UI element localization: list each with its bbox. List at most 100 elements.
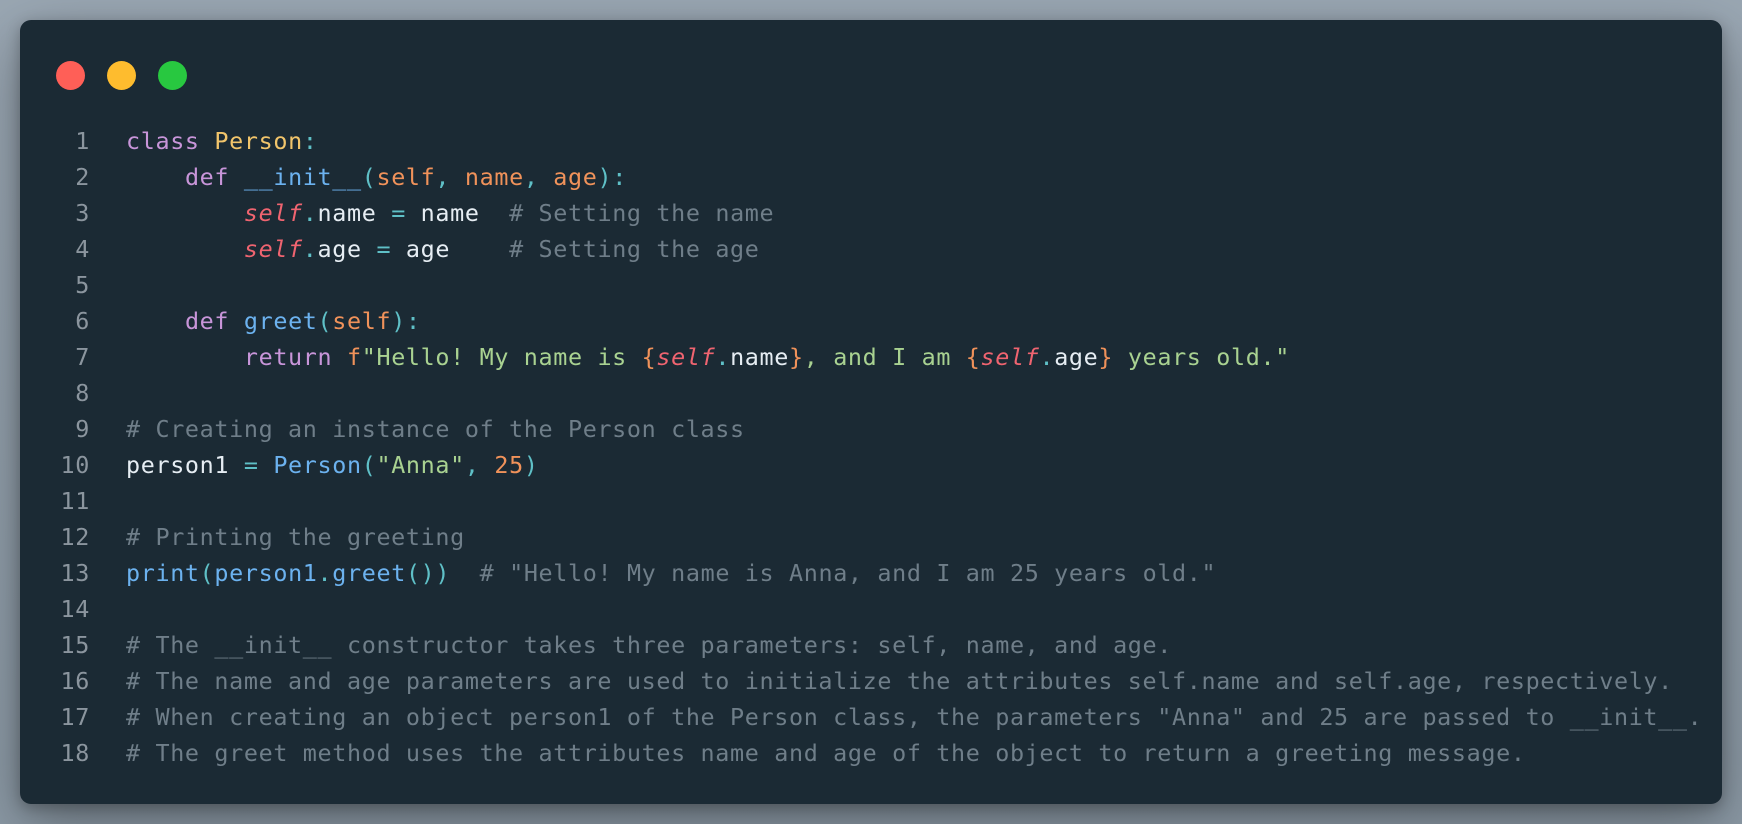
code-token: , <box>464 451 495 479</box>
code-line[interactable]: 11 <box>20 483 1722 519</box>
code-token: def <box>184 307 230 335</box>
code-token: # Setting the name <box>509 199 775 227</box>
code-token: age <box>1054 343 1099 371</box>
code-text: # When creating an object person1 of the… <box>90 699 1702 735</box>
code-token: . <box>302 199 318 227</box>
line-number: 9 <box>75 415 90 443</box>
code-text: # The name and age parameters are used t… <box>90 663 1673 699</box>
code-line[interactable]: 14 <box>20 591 1722 627</box>
code-token: ( <box>361 163 377 191</box>
code-text: # Creating an instance of the Person cla… <box>90 411 745 447</box>
code-token: name <box>730 343 789 371</box>
code-token: ( <box>317 307 333 335</box>
close-dot-icon[interactable] <box>56 61 85 90</box>
code-token: , and I am <box>803 343 966 371</box>
code-token: # The __init__ constructor takes three p… <box>126 631 1172 659</box>
code-token: self <box>332 307 392 335</box>
line-number: 1 <box>75 127 90 155</box>
code-text: # The greet method uses the attributes n… <box>90 735 1526 771</box>
code-token: "Anna" <box>376 451 465 479</box>
line-number: 4 <box>75 235 90 263</box>
code-line[interactable]: 5 <box>20 267 1722 303</box>
code-token: { <box>965 343 981 371</box>
line-number: 10 <box>60 451 90 479</box>
code-token: self <box>656 343 716 371</box>
code-line[interactable]: 1 class Person: <box>20 123 1722 159</box>
code-token: # Creating an instance of the Person cla… <box>126 415 745 443</box>
code-token: , <box>523 163 554 191</box>
code-token: # When creating an object person1 of the… <box>126 703 1703 731</box>
code-token: f <box>347 343 362 371</box>
code-token: . <box>317 559 333 587</box>
code-text: return f"Hello! My name is {self.name}, … <box>90 339 1290 375</box>
code-line[interactable]: 3 self.name = name # Setting the name <box>20 195 1722 231</box>
code-line[interactable]: 4 self.age = age # Setting the age <box>20 231 1722 267</box>
code-line[interactable]: 12 # Printing the greeting <box>20 519 1722 555</box>
code-token: self <box>376 163 436 191</box>
code-token: ) <box>523 451 539 479</box>
line-number: 3 <box>75 199 90 227</box>
code-line[interactable]: 7 return f"Hello! My name is {self.name}… <box>20 339 1722 375</box>
code-token: . <box>1039 343 1055 371</box>
code-line[interactable]: 10 person1 = Person("Anna", 25) <box>20 447 1722 483</box>
code-token: , <box>435 163 465 191</box>
code-text: person1 = Person("Anna", 25) <box>90 447 539 483</box>
code-token: # Printing the greeting <box>126 523 465 551</box>
code-token: } <box>789 343 804 371</box>
code-token: : <box>302 127 318 155</box>
code-token: def <box>184 163 230 191</box>
zoom-dot-icon[interactable] <box>158 61 187 90</box>
code-token: . <box>302 235 318 263</box>
code-token: person1 <box>126 451 244 479</box>
code-token: class <box>126 127 200 155</box>
code-token: 25 <box>494 451 524 479</box>
line-number: 6 <box>75 307 90 335</box>
code-token: self <box>980 343 1040 371</box>
line-number: 2 <box>75 163 90 191</box>
code-token: Person <box>214 127 303 155</box>
code-line[interactable]: 17 # When creating an object person1 of t… <box>20 699 1722 735</box>
code-token: ( <box>199 559 215 587</box>
line-number: 7 <box>75 343 90 371</box>
code-line[interactable]: 15 # The __init__ constructor takes three… <box>20 627 1722 663</box>
code-editor[interactable]: 1 class Person: 2 def __init__(self, name,… <box>20 123 1722 771</box>
line-number: 17 <box>60 703 90 731</box>
code-line[interactable]: 18 # The greet method uses the attributes… <box>20 735 1722 771</box>
code-token: ( <box>361 451 377 479</box>
line-number: 8 <box>75 379 90 407</box>
code-line[interactable]: 16 # The name and age parameters are used… <box>20 663 1722 699</box>
code-token: name <box>317 199 377 227</box>
line-number: 11 <box>60 487 90 515</box>
code-line[interactable]: 2 def __init__(self, name, age): <box>20 159 1722 195</box>
code-token: = <box>376 235 392 263</box>
code-line[interactable]: 8 <box>20 375 1722 411</box>
code-line[interactable]: 9 # Creating an instance of the Person cl… <box>20 411 1722 447</box>
code-token: ): <box>391 307 421 335</box>
minimize-dot-icon[interactable] <box>107 61 136 90</box>
code-window: 1 class Person: 2 def __init__(self, name,… <box>20 20 1722 804</box>
code-token: ): <box>597 163 627 191</box>
code-text: # The __init__ constructor takes three p… <box>90 627 1172 663</box>
code-line[interactable]: 13 print(person1.greet()) # "Hello! My na… <box>20 555 1722 591</box>
line-number: 13 <box>60 559 90 587</box>
code-line[interactable]: 6 def greet(self): <box>20 303 1722 339</box>
code-token: name <box>464 163 524 191</box>
code-text: # Printing the greeting <box>90 519 465 555</box>
code-token: # The greet method uses the attributes n… <box>126 739 1526 767</box>
code-token: name <box>405 199 510 227</box>
code-token: "Hello! My name is <box>361 343 642 371</box>
